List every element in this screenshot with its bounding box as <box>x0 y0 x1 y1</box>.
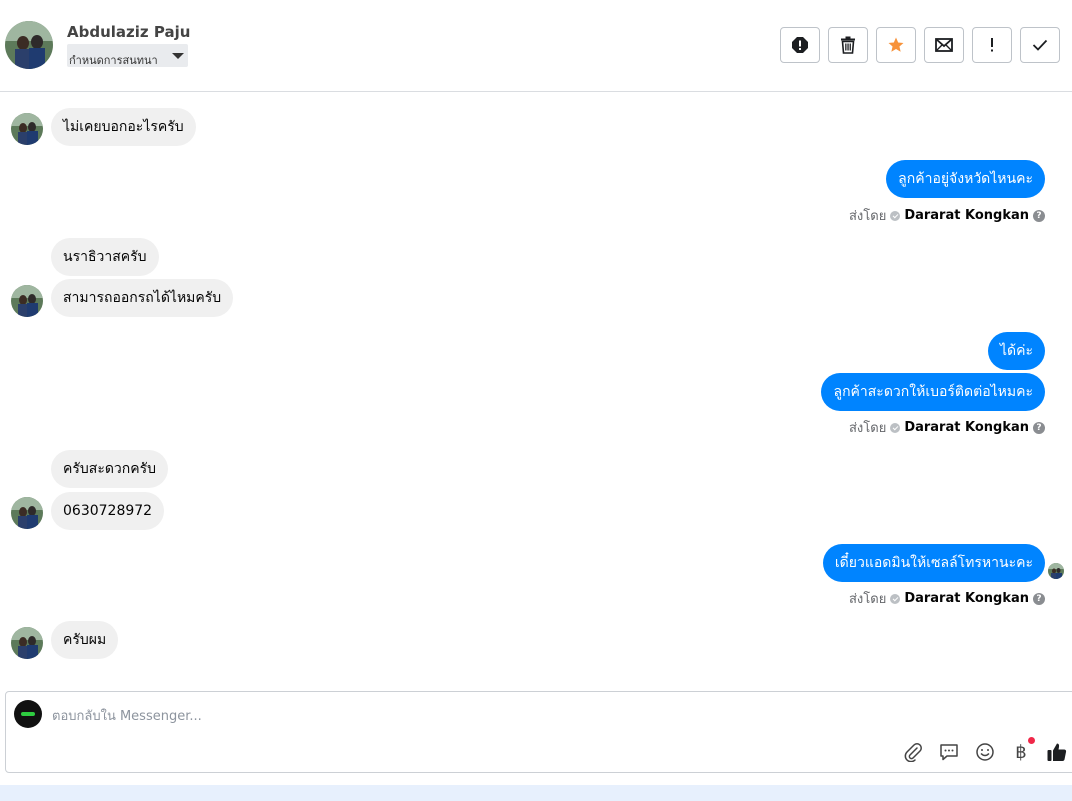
sent-by-line: ส่งโดย Dararat Kongkan ? <box>849 205 1045 226</box>
agent-name[interactable]: Dararat Kongkan <box>904 208 1029 223</box>
check-circle-icon <box>890 210 901 221</box>
outgoing-message: ได้ค่ะ <box>987 332 1045 370</box>
contact-name: Abdulaziz Paju <box>67 23 191 41</box>
incoming-message: ไม่เคยบอกอะไรครับ <box>51 108 196 146</box>
report-spam-button[interactable] <box>780 27 820 63</box>
like-button[interactable] <box>1045 740 1069 764</box>
seen-indicator-avatar <box>1048 563 1064 579</box>
sent-by-prefix: ส่งโดย <box>848 209 887 224</box>
smiley-icon <box>976 743 994 761</box>
check-circle-icon <box>890 422 901 433</box>
paperclip-icon <box>904 743 922 762</box>
notification-dot <box>1028 737 1035 744</box>
sent-by-line: ส่งโดย Dararat Kongkan ? <box>849 588 1045 609</box>
contact-avatar-small[interactable] <box>11 285 43 317</box>
conversation-header: Abdulaziz Paju กำหนดการสนทนา <box>0 0 1072 92</box>
conversation-label-select[interactable]: กำหนดการสนทนา <box>67 44 188 67</box>
contact-avatar-small[interactable] <box>11 497 43 529</box>
mark-important-button[interactable] <box>972 27 1012 63</box>
check-circle-icon <box>890 593 901 604</box>
reply-input[interactable] <box>52 702 852 730</box>
checkmark-icon <box>1032 39 1048 51</box>
trash-icon <box>841 36 855 54</box>
composer-tools: ฿ <box>901 737 1069 764</box>
incoming-message: ครับผม <box>51 621 119 659</box>
chat-bubble-icon <box>940 744 958 761</box>
mark-done-button[interactable] <box>1020 27 1060 63</box>
emoji-button[interactable] <box>973 740 997 764</box>
sent-by-line: ส่งโดย Dararat Kongkan ? <box>849 417 1045 438</box>
sent-by-prefix: ส่งโดย <box>848 592 887 607</box>
help-icon[interactable]: ? <box>1033 209 1045 222</box>
saved-replies-button[interactable] <box>937 740 961 764</box>
contact-avatar[interactable] <box>5 21 53 69</box>
outgoing-message: ลูกค้าสะดวกให้เบอร์ติดต่อไหมคะ <box>821 373 1045 411</box>
delete-button[interactable] <box>828 27 868 63</box>
agent-name[interactable]: Dararat Kongkan <box>904 591 1029 606</box>
mark-unread-button[interactable] <box>924 27 964 63</box>
bottom-panel-edge <box>0 785 1072 801</box>
incoming-message: สามารถออกรถได้ไหมครับ <box>51 279 234 317</box>
agent-name[interactable]: Dararat Kongkan <box>904 420 1029 435</box>
page-avatar <box>14 700 42 728</box>
reply-composer: ฿ <box>5 691 1072 773</box>
baht-icon: ฿ <box>1015 741 1027 763</box>
incoming-message: ครับสะดวกครับ <box>51 450 169 488</box>
outgoing-message: ลูกค้าอยู่จังหวัดไหนคะ <box>886 160 1045 198</box>
label-select-text: กำหนดการสนทนา <box>69 54 158 67</box>
caret-down-icon <box>171 53 184 59</box>
incoming-message: 0630728972 <box>51 492 165 530</box>
contact-avatar-small[interactable] <box>11 113 43 145</box>
payment-button[interactable]: ฿ <box>1009 737 1035 764</box>
exclamation-icon <box>991 38 993 52</box>
thumbs-up-icon <box>1047 743 1067 761</box>
envelope-icon <box>935 38 953 52</box>
page-logo-icon <box>21 712 35 716</box>
help-icon[interactable]: ? <box>1033 592 1045 605</box>
conversation-toolbar <box>780 27 1060 63</box>
conversation-view: Abdulaziz Paju กำหนดการสนทนา ไม่เคยบอกอะ… <box>0 0 1072 801</box>
sent-by-prefix: ส่งโดย <box>848 421 887 436</box>
star-icon <box>888 37 904 52</box>
alert-circle-icon <box>792 37 808 53</box>
outgoing-message: เดี๋ยวแอดมินให้เซลล์โทรหานะคะ <box>822 544 1045 582</box>
star-button[interactable] <box>876 27 916 63</box>
attach-button[interactable] <box>901 740 925 764</box>
contact-avatar-small[interactable] <box>11 627 43 659</box>
help-icon[interactable]: ? <box>1033 421 1045 434</box>
incoming-message: นราธิวาสครับ <box>51 238 159 276</box>
